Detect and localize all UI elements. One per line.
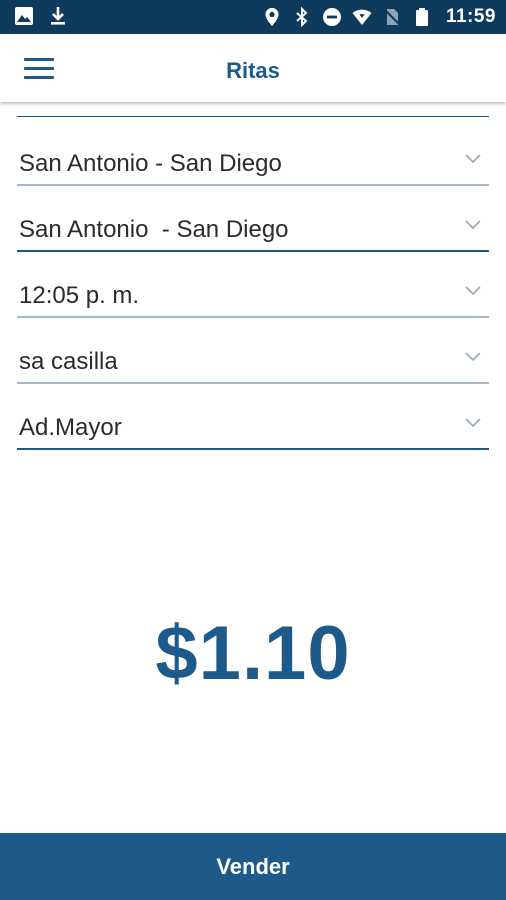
page-title: Ritas	[226, 58, 280, 83]
chevron-down-icon	[465, 286, 481, 296]
route-destination-select[interactable]: San Antonio - San Diego	[17, 206, 489, 252]
wifi-icon	[352, 9, 372, 25]
stop-select[interactable]: sa casilla	[17, 338, 489, 384]
route-origin-select[interactable]: San Antonio - San Diego	[17, 140, 489, 186]
chevron-down-icon	[465, 154, 481, 164]
battery-icon	[415, 8, 428, 26]
fare-price: $1.10	[155, 611, 351, 696]
passenger-type-select[interactable]: Ad.Mayor	[17, 404, 489, 450]
do-not-disturb-icon	[322, 8, 341, 26]
location-icon	[265, 8, 279, 26]
chevron-down-icon	[465, 352, 481, 362]
stop-value: sa casilla	[19, 348, 118, 375]
departure-time-select[interactable]: 12:05 p. m.	[17, 272, 489, 318]
image-icon	[15, 7, 33, 25]
no-sim-icon	[384, 9, 400, 25]
download-icon	[51, 7, 65, 25]
departure-time-value: 12:05 p. m.	[19, 282, 140, 309]
bluetooth-icon	[296, 7, 308, 27]
app-bar: Ritas	[0, 34, 506, 102]
route-destination-value: San Antonio - San Diego	[19, 216, 289, 243]
sell-button[interactable]: Vender	[0, 833, 506, 900]
passenger-type-value: Ad.Mayor	[19, 414, 122, 441]
status-bar: 11:59	[0, 0, 506, 34]
route-origin-value: San Antonio - San Diego	[19, 150, 282, 177]
chevron-down-icon	[465, 418, 481, 428]
divider	[17, 116, 489, 117]
chevron-down-icon	[465, 220, 481, 230]
status-time: 11:59	[445, 6, 496, 27]
